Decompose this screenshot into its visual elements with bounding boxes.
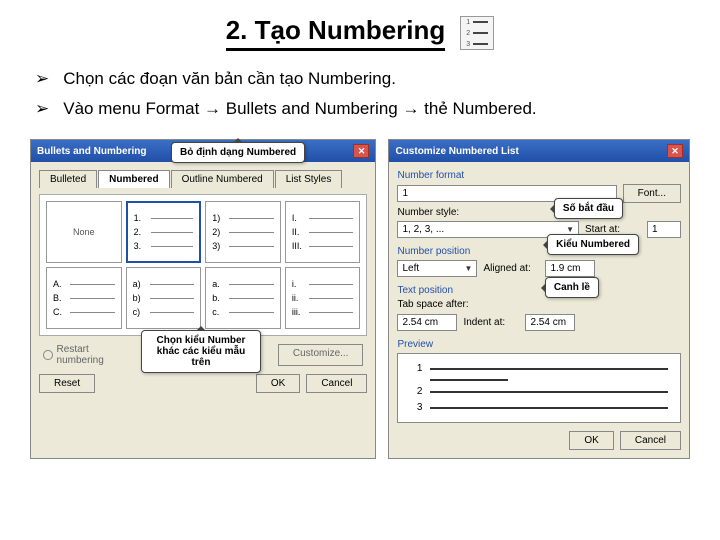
tab-space-input[interactable]: 2.54 cm <box>397 314 457 331</box>
grid-cell[interactable]: 1)2)3) <box>205 201 281 263</box>
instruction-2: Vào menu Format → Bullets and Numbering … <box>63 99 536 119</box>
grid-cell[interactable]: a.b.c. <box>205 267 281 329</box>
callout-start-number: Số bắt đầu <box>554 198 623 219</box>
label-tab-space: Tab space after: <box>397 299 477 310</box>
cancel-button[interactable]: Cancel <box>620 431 681 450</box>
numbering-icon: 1 2 3 <box>460 16 494 50</box>
tab-liststyles[interactable]: List Styles <box>275 170 343 188</box>
section-number-format: Number format <box>397 170 681 181</box>
instruction-1: Chọn các đoạn văn bản cần tạo Numbering. <box>63 69 396 89</box>
close-icon[interactable]: ✕ <box>353 144 369 158</box>
grid-cell[interactable]: a)b)c) <box>126 267 202 329</box>
tab-bulleted[interactable]: Bulleted <box>39 170 97 188</box>
dialog2-title: Customize Numbered List <box>395 146 518 157</box>
customize-button[interactable]: Customize... <box>278 344 364 366</box>
grid-cell[interactable]: 1.2.3. <box>126 201 202 263</box>
reset-button[interactable]: Reset <box>39 374 95 393</box>
label-aligned-at: Aligned at: <box>483 263 539 274</box>
grid-cell[interactable]: i.ii.iii. <box>285 267 361 329</box>
label-indent-at: Indent at: <box>463 317 519 328</box>
grid-cell[interactable]: A.B.C. <box>46 267 122 329</box>
label-number-style: Number style: <box>397 207 681 218</box>
dialog1-title: Bullets and Numbering <box>37 146 146 157</box>
ok-button[interactable]: OK <box>256 374 300 393</box>
close-icon[interactable]: ✕ <box>667 144 683 158</box>
start-at-input[interactable]: 1 <box>647 221 681 238</box>
indent-at-input[interactable]: 2.54 cm <box>525 314 575 331</box>
section-preview: Preview <box>397 339 681 350</box>
grid-none[interactable]: None <box>46 201 122 263</box>
font-button[interactable]: Font... <box>623 184 681 203</box>
callout-choose-style: Chọn kiểu Number khác các kiểu mẫu trên <box>141 330 261 373</box>
tab-numbered[interactable]: Numbered <box>98 170 169 188</box>
tab-outline[interactable]: Outline Numbered <box>171 170 274 188</box>
aligned-at-input[interactable]: 1.9 cm <box>545 260 595 277</box>
callout-alignment: Canh lề <box>545 277 599 298</box>
preview-box: 1 2 3 <box>397 353 681 423</box>
callout-numbered-style: Kiểu Numbered <box>547 234 639 255</box>
cancel-button[interactable]: Cancel <box>306 374 367 393</box>
ok-button[interactable]: OK <box>569 431 613 450</box>
bullets-numbering-dialog: Bullets and Numbering ✕ Bulleted Numbere… <box>30 139 376 459</box>
instruction-list: ➢Chọn các đoạn văn bản cần tạo Numbering… <box>35 69 685 119</box>
numbering-grid: None 1.2.3. 1)2)3) I.II.III. A.B.C. a)b)… <box>39 194 367 336</box>
grid-cell[interactable]: I.II.III. <box>285 201 361 263</box>
customize-numbered-dialog: Customize Numbered List ✕ Number format … <box>388 139 690 459</box>
page-title: 2. Tạo Numbering <box>226 15 446 51</box>
callout-remove-format: Bỏ định dạng Numbered <box>171 142 305 163</box>
radio-restart[interactable]: Restart numbering <box>43 344 134 366</box>
position-select[interactable]: Left▼ <box>397 260 477 277</box>
